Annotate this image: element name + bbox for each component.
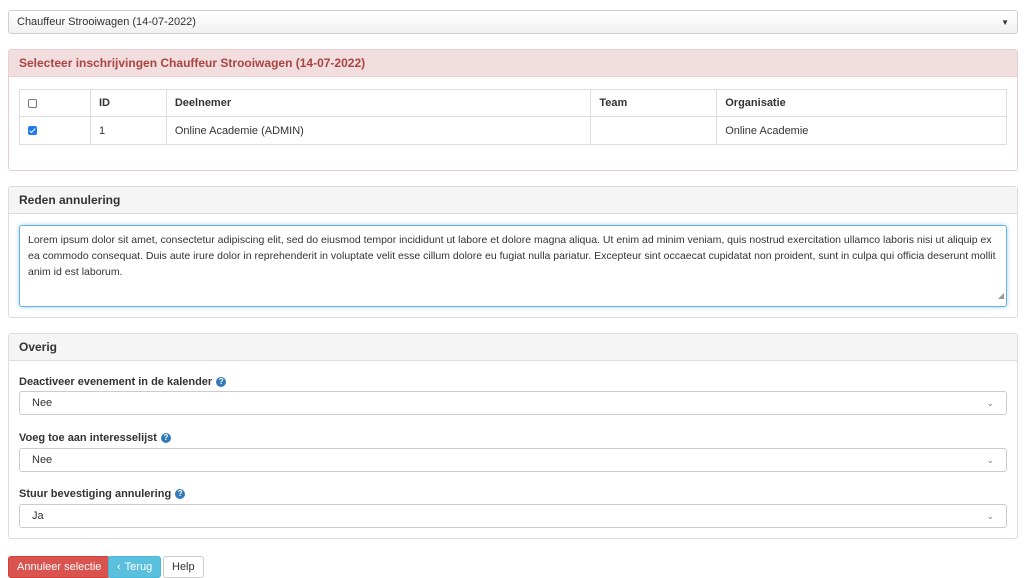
row-participant: Online Academie (ADMIN) xyxy=(165,116,592,145)
reason-panel: Reden annulering Lorem ipsum dolor sit a… xyxy=(8,186,1018,318)
help-button[interactable]: Help xyxy=(163,556,204,578)
send-confirmation-value: Ja xyxy=(32,510,44,522)
row-checkbox[interactable] xyxy=(28,126,37,136)
column-header-id: ID xyxy=(89,89,167,117)
event-select-value: Chauffeur Strooiwagen (14-07-2022) xyxy=(17,16,196,28)
help-icon[interactable]: ? xyxy=(160,433,171,443)
back-button-label: Terug xyxy=(124,561,153,573)
deactivate-label: Deactiveer evenement in de kalender ? xyxy=(19,376,227,388)
reason-textarea[interactable]: Lorem ipsum dolor sit amet, consectetur … xyxy=(19,225,1007,307)
deactivate-value: Nee xyxy=(32,397,53,409)
cancel-selection-button[interactable]: Annuleer selectie xyxy=(8,556,111,578)
deactivate-select[interactable]: Nee ⌄ xyxy=(19,391,1007,415)
row-id: 1 xyxy=(89,116,167,145)
interest-list-select[interactable]: Nee ⌄ xyxy=(19,448,1007,472)
send-confirmation-label-text: Stuur bevestiging annulering xyxy=(19,488,172,500)
chevron-down-icon: ⌄ xyxy=(986,397,994,408)
interest-list-value: Nee xyxy=(32,454,53,466)
reason-title: Reden annulering xyxy=(9,187,1017,214)
send-confirmation-label: Stuur bevestiging annulering ? xyxy=(19,488,186,500)
column-header-organisation: Organisatie xyxy=(716,89,1007,117)
column-header-team: Team xyxy=(590,89,718,117)
other-panel: Overig Deactiveer evenement in de kalend… xyxy=(8,333,1018,539)
help-icon[interactable]: ? xyxy=(175,489,186,499)
registrations-table: ID Deelnemer Team Organisatie 1 Online A… xyxy=(19,89,1007,145)
interest-list-label: Voeg toe aan interesselijst ? xyxy=(19,432,171,444)
other-title: Overig xyxy=(9,334,1017,361)
interest-list-label-text: Voeg toe aan interesselijst xyxy=(19,432,157,444)
row-select-cell xyxy=(19,116,91,145)
table-row: 1 Online Academie (ADMIN) Online Academi… xyxy=(19,116,1007,145)
resize-handle-icon[interactable]: ◢ xyxy=(998,288,1004,304)
chevron-left-icon: ‹ xyxy=(117,561,121,573)
reason-text: Lorem ipsum dolor sit amet, consectetur … xyxy=(28,234,996,278)
select-all-cell xyxy=(19,89,91,117)
select-all-checkbox[interactable] xyxy=(28,98,37,108)
caret-down-icon: ▼ xyxy=(1001,17,1009,27)
back-button[interactable]: ‹ Terug xyxy=(108,556,162,578)
chevron-down-icon: ⌄ xyxy=(986,510,994,521)
row-team xyxy=(590,116,718,145)
table-header-row: ID Deelnemer Team Organisatie xyxy=(19,89,1007,117)
deactivate-label-text: Deactiveer evenement in de kalender xyxy=(19,376,213,388)
registrations-title: Selecteer inschrijvingen Chauffeur Stroo… xyxy=(9,50,1017,77)
send-confirmation-select[interactable]: Ja ⌄ xyxy=(19,504,1007,528)
help-icon[interactable]: ? xyxy=(216,377,227,387)
registrations-panel: Selecteer inschrijvingen Chauffeur Stroo… xyxy=(8,49,1018,171)
row-organisation: Online Academie xyxy=(716,116,1007,145)
column-header-participant: Deelnemer xyxy=(165,89,592,117)
chevron-down-icon: ⌄ xyxy=(986,454,994,465)
event-select[interactable]: Chauffeur Strooiwagen (14-07-2022) ▼ xyxy=(8,10,1018,34)
